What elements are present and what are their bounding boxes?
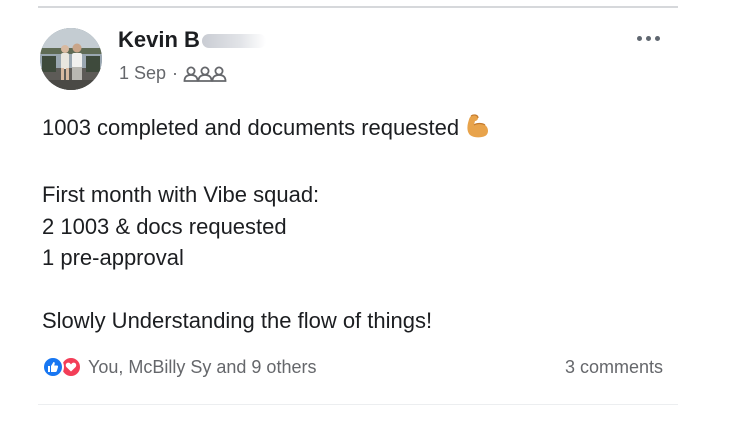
- like-icon: [42, 356, 64, 378]
- group-icon[interactable]: [183, 65, 227, 83]
- more-options-button[interactable]: [628, 26, 668, 50]
- thumbs-up-glyph: [48, 362, 59, 372]
- post-text-line: 1003 completed and documents requested: [42, 112, 682, 148]
- top-divider: [38, 6, 678, 8]
- post-card: Kevin B 1 Sep · 1003 completed and docum…: [0, 0, 739, 448]
- avatar-photo: [40, 28, 102, 90]
- author-name-text[interactable]: Kevin B: [118, 27, 200, 52]
- more-horizontal-icon: [654, 35, 660, 41]
- author-avatar[interactable]: [40, 28, 102, 90]
- redacted-surname: [201, 34, 266, 49]
- post-text-line2: First month with Vibe squad:: [42, 182, 320, 207]
- post-text-line4: 1 pre-approval: [42, 245, 184, 270]
- flexed-biceps-glyph: [467, 114, 489, 138]
- more-horizontal-icon: [645, 35, 651, 41]
- post-text-line1: 1003 completed and documents requested: [42, 115, 460, 140]
- author-name[interactable]: Kevin B: [118, 27, 266, 53]
- comments-count-link[interactable]: 3 comments: [565, 357, 663, 378]
- meta-separator: ·: [172, 63, 179, 83]
- more-horizontal-icon: [636, 35, 642, 41]
- heart-glyph: [65, 362, 77, 372]
- post-timestamp[interactable]: 1 Sep: [119, 63, 166, 84]
- bottom-divider: [38, 404, 678, 405]
- reactions-summary[interactable]: You, McBilly Sy and 9 others: [42, 356, 316, 378]
- post-text-line3: 2 1003 & docs requested: [42, 213, 287, 239]
- post-meta: 1 Sep ·: [119, 63, 227, 84]
- post-text-line5: Slowly Understanding the flow of things!: [42, 308, 433, 333]
- group-icon-glyph: [183, 66, 227, 82]
- flexed-biceps-icon: [465, 113, 491, 148]
- post-body: 1003 completed and documents requested F…: [42, 112, 682, 337]
- reaction-summary-text[interactable]: You, McBilly Sy and 9 others: [88, 357, 316, 378]
